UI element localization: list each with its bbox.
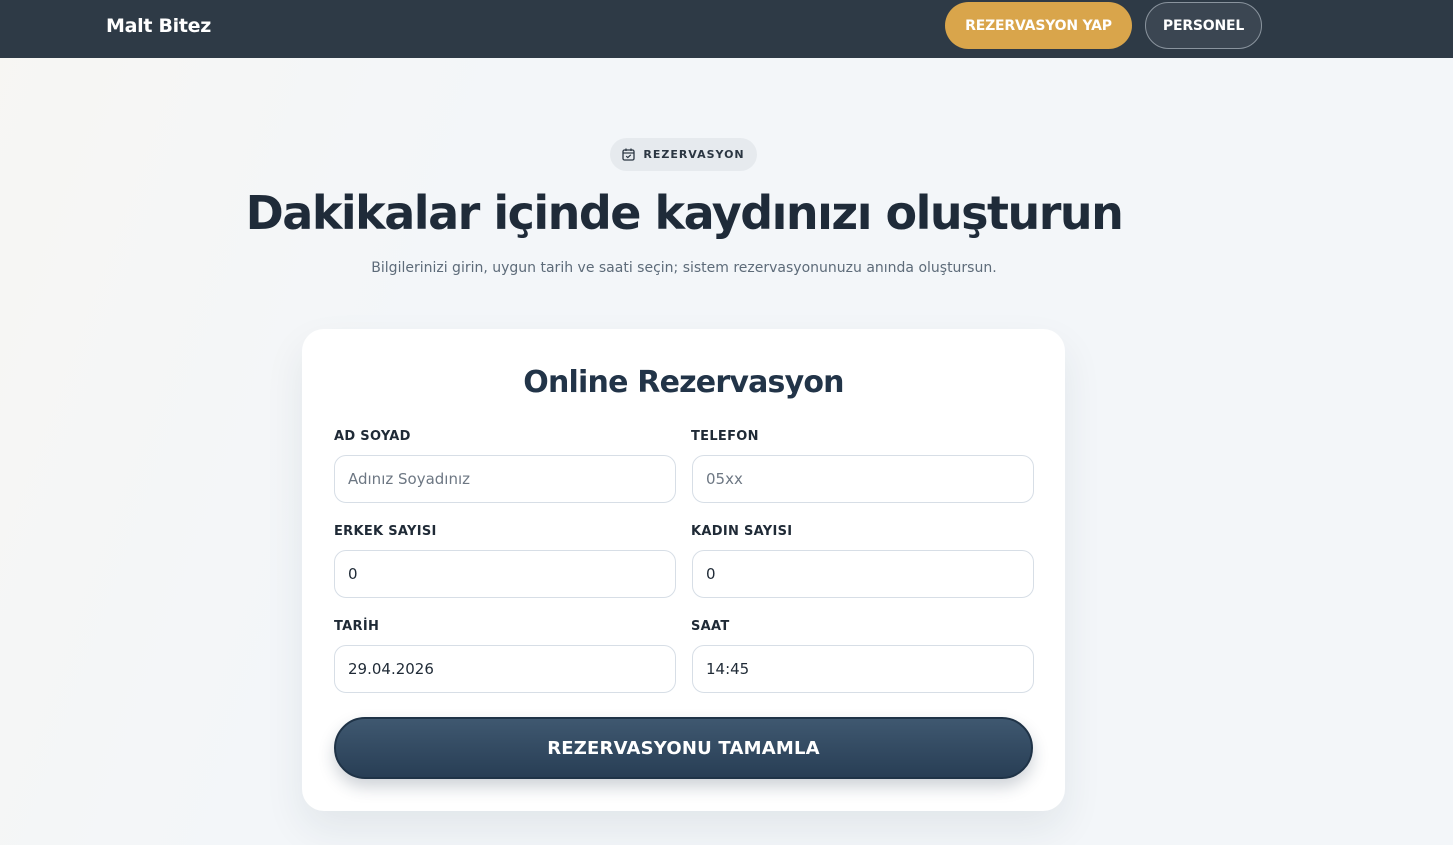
- name-input[interactable]: [334, 455, 676, 503]
- date-label: TARİH: [334, 619, 380, 634]
- page-title: Dakikalar içinde kaydınızı oluşturun: [245, 186, 1124, 240]
- men-count-label: ERKEK SAYISI: [334, 524, 437, 539]
- reservation-card: Online Rezervasyon AD SOYAD TELEFON ERKE…: [302, 329, 1065, 811]
- top-navbar: Malt Bitez REZERVASYON YAP PERSONEL: [0, 0, 1453, 58]
- women-count-input[interactable]: [692, 550, 1034, 598]
- time-label: SAAT: [691, 619, 730, 634]
- phone-input[interactable]: [692, 455, 1034, 503]
- form-title: Online Rezervasyon: [523, 365, 844, 400]
- time-input[interactable]: [692, 645, 1034, 693]
- submit-reservation-button[interactable]: REZERVASYONU TAMAMLA: [334, 717, 1033, 779]
- reserve-nav-button[interactable]: REZERVASYON YAP: [945, 2, 1132, 49]
- page-subtitle: Bilgilerinizi girin, uygun tarih ve saat…: [371, 260, 997, 276]
- calendar-icon: [622, 148, 636, 161]
- men-count-input[interactable]: [334, 550, 676, 598]
- name-label: AD SOYAD: [334, 429, 411, 444]
- badge-label: REZERVASYON: [643, 148, 745, 161]
- brand-logo[interactable]: Malt Bitez: [106, 15, 211, 37]
- staff-nav-button[interactable]: PERSONEL: [1145, 2, 1262, 49]
- phone-label: TELEFON: [691, 429, 759, 444]
- section-badge: REZERVASYON: [610, 138, 757, 171]
- women-count-label: KADIN SAYISI: [691, 524, 793, 539]
- date-input[interactable]: [334, 645, 676, 693]
